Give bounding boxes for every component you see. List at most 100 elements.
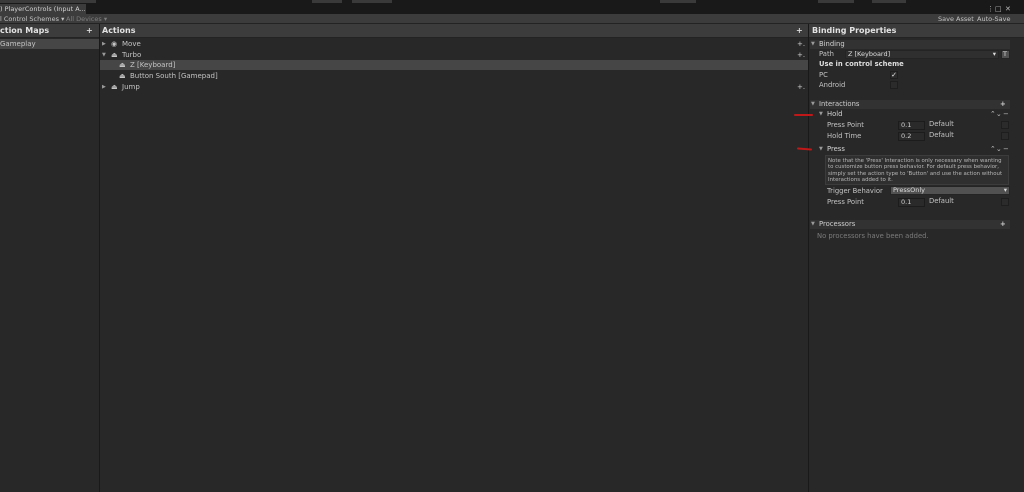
- default-label: Default: [929, 131, 954, 139]
- action-label: Jump: [122, 83, 140, 91]
- actions-panel: Actions + ▶ ◉ Move ▼ ⏏ Turbo ⏏ Z [Keyboa…: [100, 24, 808, 492]
- press-press-point-field[interactable]: 0.1: [898, 198, 925, 207]
- default-label: Default: [929, 197, 954, 205]
- top-tab-strip-segment: [660, 0, 696, 3]
- close-icon[interactable]: ✕: [1005, 5, 1011, 13]
- more-options-icon[interactable]: ⋮: [987, 5, 994, 13]
- hold-time-default-checkbox[interactable]: [1001, 132, 1009, 140]
- action-maps-panel: ction Maps + Gameplay: [0, 24, 99, 492]
- move-up-icon[interactable]: ⌃: [990, 110, 996, 119]
- action-map-item-gameplay[interactable]: Gameplay: [0, 39, 99, 49]
- collapse-arrow-icon[interactable]: ▼: [819, 145, 823, 154]
- action-maps-header: ction Maps +: [0, 24, 99, 38]
- press-note-box: Note that the 'Press' Interaction is onl…: [825, 155, 1009, 185]
- scheme-label-pc: PC: [819, 71, 828, 79]
- processors-empty-text: No processors have been added.: [817, 232, 929, 240]
- person-icon: ⏏: [119, 72, 126, 80]
- add-action-icon[interactable]: +: [796, 24, 803, 38]
- chevron-down-icon: ▾: [103, 15, 108, 23]
- binding-row-button-south[interactable]: ⏏ Button South [Gamepad]: [100, 71, 808, 81]
- trigger-behavior-label: Trigger Behavior: [827, 187, 883, 195]
- scheme-checkbox-pc[interactable]: ✓: [890, 71, 898, 79]
- maximize-icon[interactable]: □: [995, 5, 1002, 13]
- toolbar: l Control Schemes ▾ All Devices ▾ Save A…: [0, 14, 1024, 24]
- hold-press-point-label: Press Point: [827, 121, 864, 129]
- default-label: Default: [929, 120, 954, 128]
- action-label: Move: [122, 40, 141, 48]
- action-row-jump[interactable]: ▶ ⏏ Jump: [100, 82, 808, 92]
- auto-save-toggle[interactable]: Auto-Save: [977, 14, 1011, 24]
- move-down-icon[interactable]: ⌄: [996, 110, 1002, 119]
- press-point-default-checkbox[interactable]: [1001, 198, 1009, 206]
- processors-section-header[interactable]: ▼ Processors +: [810, 220, 1010, 229]
- collapse-arrow-icon[interactable]: ▼: [102, 50, 106, 60]
- add-interaction-icon[interactable]: +: [1000, 100, 1006, 109]
- chevron-down-icon: ▾: [1003, 186, 1007, 194]
- top-tab-strip-segment: [872, 0, 906, 3]
- target-icon: ◉: [111, 40, 118, 48]
- binding-label: Button South [Gamepad]: [130, 72, 218, 80]
- collapse-arrow-icon: ▼: [811, 221, 815, 227]
- add-processor-icon[interactable]: +: [1000, 220, 1006, 229]
- binding-label: Z [Keyboard]: [130, 61, 176, 69]
- press-note-text: Note that the 'Press' Interaction is onl…: [828, 158, 1003, 183]
- all-devices-dropdown[interactable]: All Devices ▾: [66, 14, 107, 24]
- binding-section-header[interactable]: ▼ Binding: [810, 40, 1010, 49]
- top-tab-strip-segment: [312, 0, 342, 3]
- press-title: Press: [827, 145, 845, 153]
- remove-icon[interactable]: −: [1003, 110, 1009, 119]
- use-in-control-scheme-label: Use in control scheme: [819, 60, 904, 68]
- trigger-behavior-value: PressOnly: [893, 186, 925, 194]
- press-point-label: Press Point: [827, 198, 864, 206]
- action-row-turbo[interactable]: ▼ ⏏ Turbo: [100, 50, 808, 60]
- control-schemes-dropdown[interactable]: l Control Schemes ▾: [0, 14, 64, 24]
- save-asset-button[interactable]: Save Asset: [938, 14, 974, 24]
- action-row-move[interactable]: ▶ ◉ Move: [100, 39, 808, 49]
- window-tab-title: ) PlayerControls (Input A...: [0, 5, 86, 13]
- action-label: Turbo: [122, 51, 142, 59]
- path-value: Z [Keyboard]: [848, 50, 891, 58]
- annotation-mark: [794, 114, 813, 116]
- expand-arrow-icon[interactable]: ▶: [102, 39, 106, 49]
- hold-time-label: Hold Time: [827, 132, 862, 140]
- add-binding-icon[interactable]: +.: [797, 40, 805, 48]
- person-icon: ⏏: [119, 61, 126, 69]
- path-label: Path: [819, 50, 834, 58]
- interactions-section-header[interactable]: ▼ Interactions +: [810, 100, 1010, 109]
- add-action-map-icon[interactable]: +: [86, 24, 93, 38]
- processors-section-label: Processors: [819, 220, 856, 228]
- hold-title: Hold: [827, 110, 843, 118]
- chevron-down-icon: ▾: [992, 50, 996, 58]
- binding-properties-header: Binding Properties: [809, 24, 1024, 38]
- person-icon: ⏏: [111, 51, 118, 59]
- collapse-arrow-icon[interactable]: ▼: [819, 110, 823, 119]
- move-up-icon[interactable]: ⌃: [990, 145, 996, 154]
- binding-properties-panel: Binding Properties: [809, 24, 1024, 492]
- chevron-down-icon: ▾: [61, 15, 65, 23]
- move-down-icon[interactable]: ⌄: [996, 145, 1002, 154]
- path-dropdown[interactable]: Z [Keyboard] ▾: [845, 50, 999, 59]
- expand-arrow-icon[interactable]: ▶: [102, 82, 106, 92]
- t-toggle-button[interactable]: T: [1001, 50, 1010, 59]
- action-map-label: Gameplay: [0, 40, 36, 48]
- binding-row-z-keyboard[interactable]: ⏏ Z [Keyboard]: [100, 60, 808, 70]
- control-schemes-label: l Control Schemes: [0, 15, 59, 23]
- collapse-arrow-icon: ▼: [811, 101, 815, 107]
- trigger-behavior-dropdown[interactable]: PressOnly ▾: [890, 186, 1010, 195]
- tab-row: ) PlayerControls (Input A... ⋮ □ ✕: [0, 4, 1024, 14]
- binding-properties-title: Binding Properties: [812, 26, 897, 35]
- add-binding-icon[interactable]: +.: [797, 51, 805, 59]
- actions-header: Actions +: [100, 24, 808, 38]
- hold-press-point-field[interactable]: 0.1: [898, 121, 925, 130]
- scheme-checkbox-android[interactable]: [890, 81, 898, 89]
- hold-press-point-default-checkbox[interactable]: [1001, 121, 1009, 129]
- add-binding-icon[interactable]: +.: [797, 83, 805, 91]
- binding-section-label: Binding: [819, 40, 845, 48]
- action-maps-title: ction Maps: [0, 26, 50, 35]
- top-tab-strip-segment: [0, 0, 96, 3]
- window-tab[interactable]: ) PlayerControls (Input A...: [0, 4, 86, 14]
- collapse-arrow-icon: ▼: [811, 41, 815, 47]
- remove-icon[interactable]: −: [1003, 145, 1009, 154]
- hold-time-field[interactable]: 0.2: [898, 132, 925, 141]
- person-icon: ⏏: [111, 83, 118, 91]
